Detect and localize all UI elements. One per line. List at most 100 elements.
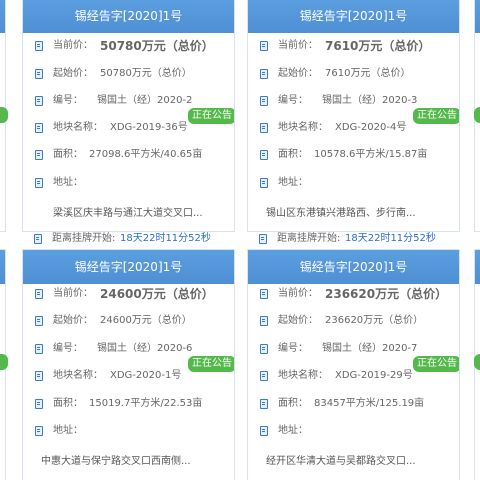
current-price-value: 50780万元（总价） (100, 39, 214, 53)
countdown-label: 距离挂牌开始: (277, 233, 341, 244)
current-price-label: 当前价： (278, 288, 318, 299)
address-row: 地址： (23, 421, 234, 441)
address-value: 中惠大道与保宁路交叉口西南侧... (41, 456, 191, 467)
document-icon (34, 234, 42, 244)
partial-card-header (475, 0, 480, 33)
start-price-value: 236620万元（总价） (325, 315, 424, 326)
partial-status-badge (0, 107, 8, 123)
land-card[interactable]: 锡经告字[2020]1号 当前价： 50780万元（总价） 起始价： 50780… (22, 0, 235, 232)
parcel-name-value: XDG-2020-4号 (335, 122, 407, 133)
parcel-name-row: 地块名称： XDG-2020-1号 (23, 366, 234, 386)
address-value: 梁溪区庆丰路与通江大道交叉口... (53, 208, 203, 219)
card-title[interactable]: 锡经告字[2020]1号 (248, 250, 459, 284)
start-price-row: 起始价： 24600万元（总价） (23, 311, 234, 331)
parcel-name-value: XDG-2019-36号 (110, 122, 188, 133)
document-icon (35, 426, 43, 436)
code-label: 编号： (53, 95, 83, 106)
area-value: 83457平方米/125.19亩 (314, 398, 425, 409)
countdown-label: 距离挂牌开始: (52, 233, 116, 244)
document-icon (35, 96, 43, 106)
address-label: 地址： (278, 177, 308, 188)
parcel-name-value: XDG-2019-29号 (335, 370, 413, 381)
start-price-row: 起始价： 50780万元（总价） (23, 64, 234, 84)
start-price-value: 50780万元（总价） (100, 68, 192, 79)
document-icon (260, 69, 268, 79)
area-row: 面积： 27098.6平方米/40.65亩 (23, 145, 234, 165)
document-icon (260, 371, 268, 381)
area-row: 面积： 15019.7平方米/22.53亩 (23, 394, 234, 414)
document-icon (259, 234, 267, 244)
current-price-value: 24600万元（总价） (100, 287, 214, 301)
countdown-row: 距离挂牌开始: 18天22时11分52秒 (22, 229, 235, 249)
countdown-value: 18天22时11分52秒 (120, 233, 211, 244)
parcel-name-value: XDG-2020-1号 (110, 370, 182, 381)
area-label: 面积： (53, 398, 83, 409)
card-title[interactable]: 锡经告字[2020]1号 (248, 0, 459, 33)
parcel-name-row: 地块名称： XDG-2019-29号 (248, 366, 459, 386)
countdown-row: 距离挂牌开始: 18天22时11分52秒 (247, 229, 460, 249)
start-price-value: 7610万元（总价） (325, 68, 411, 79)
card-title[interactable]: 锡经告字[2020]1号 (23, 250, 234, 284)
document-icon (260, 96, 268, 106)
current-price-row: 当前价： 50780万元（总价） (23, 36, 234, 56)
code-value: 锡国土（经）2020-6 (97, 343, 193, 354)
start-price-label: 起始价： (278, 315, 318, 326)
address-label: 地址： (53, 177, 83, 188)
current-price-value: 236620万元（总价） (325, 287, 448, 301)
countdown-value: 18天22时11分52秒 (345, 233, 436, 244)
document-icon (35, 344, 43, 354)
code-label: 编号： (278, 95, 308, 106)
current-price-row: 当前价： 236620万元（总价） (248, 284, 459, 304)
current-price-label: 当前价： (53, 40, 93, 51)
current-price-row: 当前价： 7610万元（总价） (248, 36, 459, 56)
address-row: 地址： (248, 421, 459, 441)
area-row: 面积： 83457平方米/125.19亩 (248, 394, 459, 414)
address-label: 地址： (53, 425, 83, 436)
area-value: 10578.6平方米/15.87亩 (314, 149, 428, 160)
partial-card-header (0, 250, 5, 284)
document-icon (260, 41, 268, 51)
address-row: 地址： (23, 173, 234, 193)
code-value: 锡国土（经）2020-7 (322, 343, 418, 354)
land-card[interactable]: 锡经告字[2020]1号 当前价： 236620万元（总价） 起始价： 2366… (247, 249, 460, 480)
document-icon (260, 123, 268, 133)
current-price-label: 当前价： (278, 40, 318, 51)
partial-card-header (0, 0, 5, 33)
partial-status-badge (474, 354, 480, 370)
document-icon (35, 41, 43, 51)
document-icon (35, 289, 43, 299)
parcel-name-label: 地块名称： (53, 370, 103, 381)
land-card[interactable]: 锡经告字[2020]1号 当前价： 7610万元（总价） 起始价： 7610万元… (247, 0, 460, 232)
area-row: 面积： 10578.6平方米/15.87亩 (248, 145, 459, 165)
parcel-name-label: 地块名称： (278, 122, 328, 133)
document-icon (35, 316, 43, 326)
code-value: 锡国土（经）2020-3 (322, 95, 418, 106)
document-icon (260, 344, 268, 354)
parcel-name-label: 地块名称： (53, 122, 103, 133)
start-price-row: 起始价： 7610万元（总价） (248, 64, 459, 84)
address-label: 地址： (278, 425, 308, 436)
partial-status-badge (0, 354, 8, 370)
document-icon (35, 69, 43, 79)
start-price-value: 24600万元（总价） (100, 315, 192, 326)
document-icon (260, 426, 268, 436)
current-price-label: 当前价： (53, 288, 93, 299)
document-icon (260, 399, 268, 409)
address-row: 地址： (248, 173, 459, 193)
area-label: 面积： (53, 149, 83, 160)
land-card[interactable]: 锡经告字[2020]1号 当前价： 24600万元（总价） 起始价： 24600… (22, 249, 235, 480)
parcel-name-row: 地块名称： XDG-2019-36号 (23, 118, 234, 138)
start-price-label: 起始价： (53, 68, 93, 79)
area-value: 15019.7平方米/22.53亩 (89, 398, 203, 409)
area-label: 面积： (278, 149, 308, 160)
parcel-name-label: 地块名称： (278, 370, 328, 381)
document-icon (260, 289, 268, 299)
current-price-value: 7610万元（总价） (325, 39, 431, 53)
document-icon (35, 123, 43, 133)
partial-card-header (475, 250, 480, 284)
start-price-label: 起始价： (53, 315, 93, 326)
card-title[interactable]: 锡经告字[2020]1号 (23, 0, 234, 33)
area-label: 面积： (278, 398, 308, 409)
document-icon (260, 150, 268, 160)
document-icon (35, 371, 43, 381)
